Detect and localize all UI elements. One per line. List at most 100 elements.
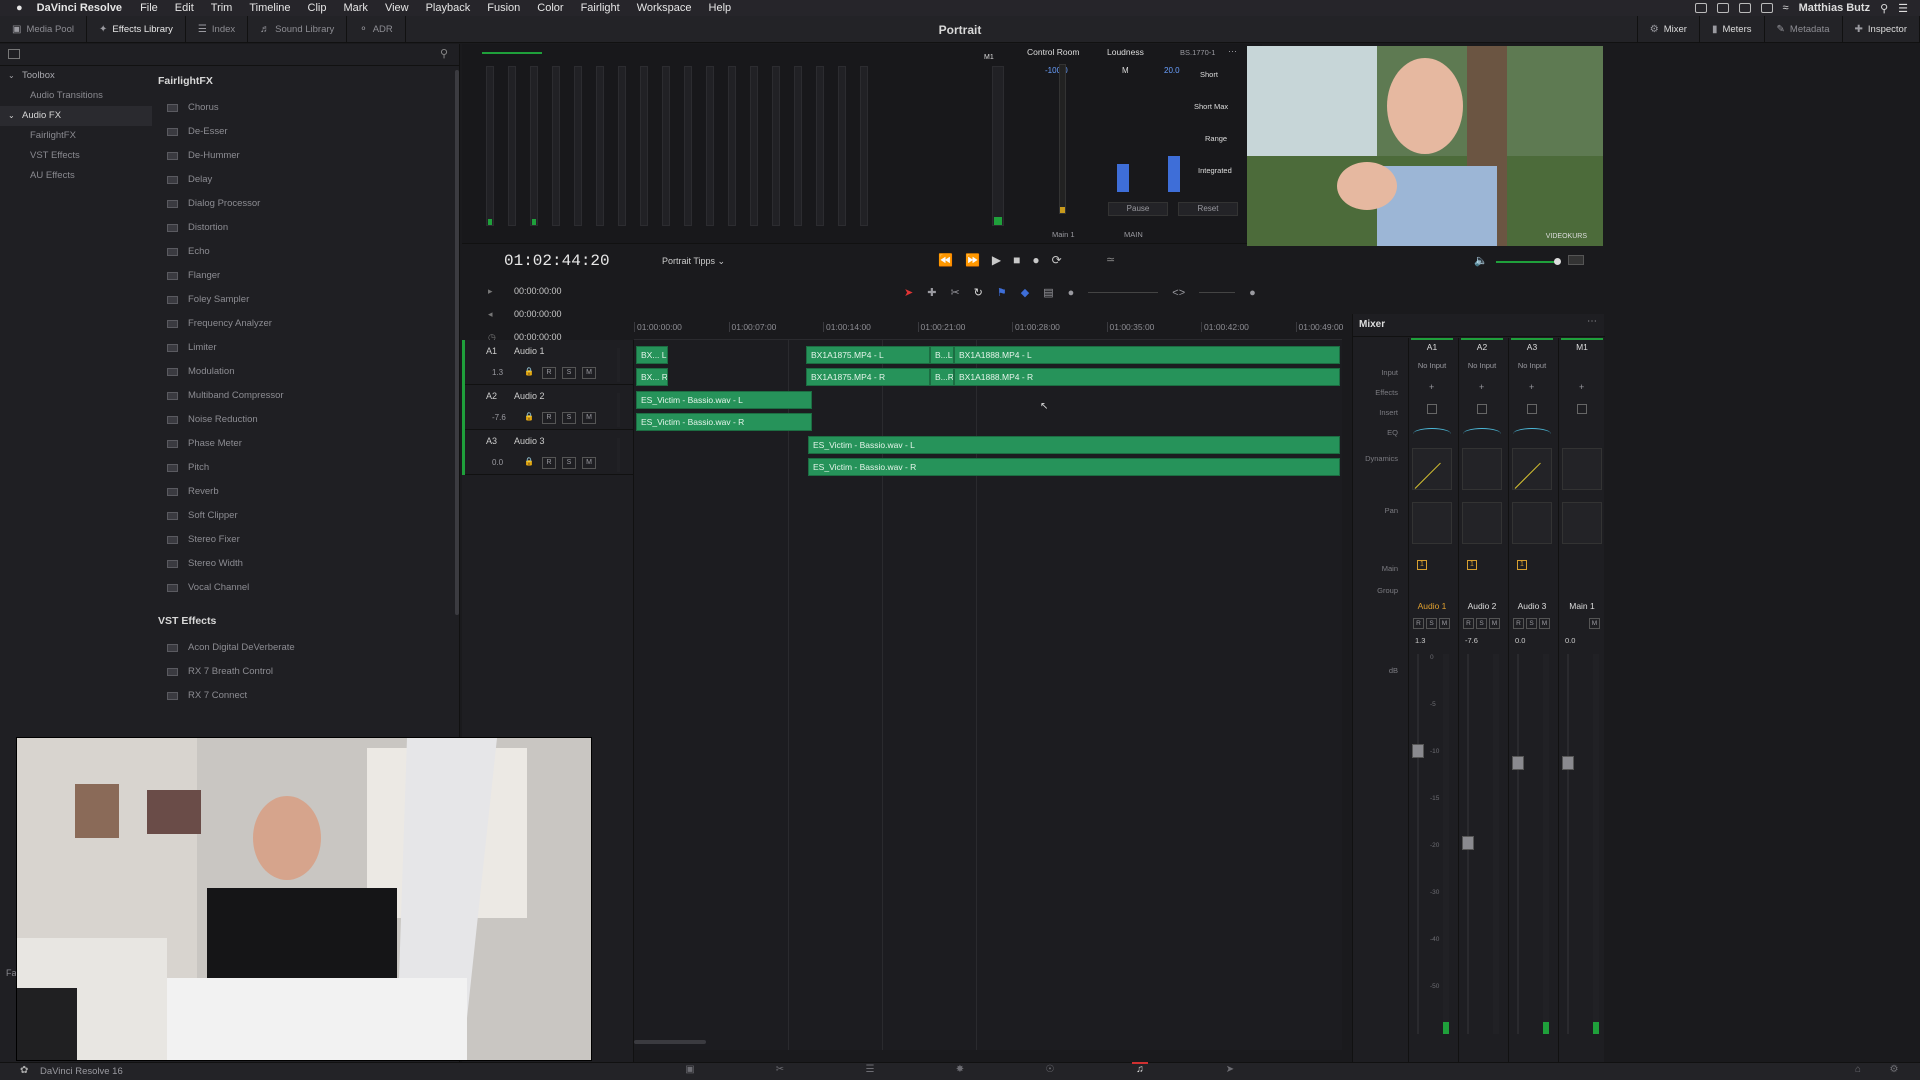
- deliver-page-icon[interactable]: ➤: [1222, 1064, 1238, 1078]
- range-select-icon[interactable]: ✚: [927, 286, 936, 299]
- dropbox-icon[interactable]: [1716, 3, 1729, 13]
- tree-toolbox[interactable]: ⌄ Toolbox: [0, 66, 152, 86]
- menu-playback[interactable]: Playback: [426, 2, 471, 14]
- app-menu[interactable]: DaVinci Resolve: [37, 2, 122, 14]
- zoom-dot-icon[interactable]: ●: [1068, 287, 1075, 299]
- track-name[interactable]: Audio 2: [514, 391, 545, 401]
- main-bus-toggle[interactable]: 1: [1417, 560, 1427, 570]
- flag-icon[interactable]: ⚑: [997, 286, 1007, 299]
- channel-r-button[interactable]: R: [1413, 618, 1424, 629]
- options-icon[interactable]: ⋯: [1228, 46, 1237, 57]
- track-m-button[interactable]: M: [582, 412, 596, 424]
- eq-curve[interactable]: [1513, 428, 1551, 440]
- sound-library-button[interactable]: ♬ Sound Library: [248, 16, 348, 42]
- fader-handle[interactable]: [1562, 756, 1574, 770]
- edit-page-icon[interactable]: ☰: [862, 1064, 878, 1078]
- search-icon[interactable]: ⚲: [440, 47, 448, 60]
- clip-audio1-r-c[interactable]: B...R: [930, 368, 954, 386]
- clip-audio1-l-a[interactable]: BX... L: [636, 346, 668, 364]
- menu-workspace[interactable]: Workspace: [637, 2, 692, 14]
- menu-trim[interactable]: Trim: [211, 2, 233, 14]
- fx-item-chorus[interactable]: Chorus: [152, 96, 452, 120]
- effects-library-button[interactable]: ✦ Effects Library: [87, 16, 186, 42]
- fx-item-noise-reduction[interactable]: Noise Reduction: [152, 408, 452, 432]
- fx-item-flanger[interactable]: Flanger: [152, 264, 452, 288]
- settings-gear-icon[interactable]: ⚙: [1886, 1064, 1902, 1078]
- fx-item-soft-clipper[interactable]: Soft Clipper: [152, 504, 452, 528]
- insert-toggle[interactable]: [1477, 404, 1487, 414]
- effects-add-icon[interactable]: +: [1479, 382, 1484, 392]
- track-m-button[interactable]: M: [582, 457, 596, 469]
- fx-item-rx-7-connect[interactable]: RX 7 Connect: [152, 684, 452, 708]
- clip-audio1-r-a[interactable]: BX... R: [636, 368, 668, 386]
- track-r-button[interactable]: R: [542, 367, 556, 379]
- loudness-standard[interactable]: BS.1770-1: [1180, 48, 1215, 57]
- pause-button[interactable]: Pause: [1108, 202, 1168, 216]
- clip-audio1-l-b[interactable]: BX1A1875.MP4 - L: [806, 346, 930, 364]
- input-select[interactable]: No Input: [1461, 361, 1503, 370]
- zoom-dot-icon[interactable]: ●: [1249, 287, 1256, 299]
- mixer-toggle[interactable]: ⚙ Mixer: [1636, 16, 1700, 43]
- zoom-slider-2[interactable]: [1199, 292, 1236, 293]
- reset-button[interactable]: Reset: [1178, 202, 1238, 216]
- track-header-a2[interactable]: A2 Audio 2 -7.6 🔒 R S M: [462, 385, 634, 430]
- track-s-button[interactable]: S: [562, 367, 576, 379]
- fx-item-reverb[interactable]: Reverb: [152, 480, 452, 504]
- fx-item-pitch[interactable]: Pitch: [152, 456, 452, 480]
- apple-icon[interactable]: ●: [16, 2, 23, 14]
- status-icon[interactable]: [1694, 3, 1707, 13]
- sidebar-toggle-icon[interactable]: [8, 49, 20, 59]
- effects-scrollbar[interactable]: [455, 70, 459, 615]
- timeline-selector[interactable]: Portrait Tipps ⌄: [662, 256, 725, 267]
- dynamics-graph[interactable]: [1462, 448, 1502, 490]
- input-select[interactable]: No Input: [1411, 361, 1453, 370]
- lock-icon[interactable]: 🔒: [524, 367, 534, 376]
- track-s-button[interactable]: S: [562, 457, 576, 469]
- effects-add-icon[interactable]: +: [1529, 382, 1534, 392]
- channel-s-button[interactable]: S: [1426, 618, 1437, 629]
- volume-slider[interactable]: [1496, 258, 1561, 265]
- clip-audio1-l-d[interactable]: BX1A1888.MP4 - L: [954, 346, 1340, 364]
- viewer-mode-icon[interactable]: [1568, 255, 1584, 265]
- menu-file[interactable]: File: [140, 2, 158, 14]
- wifi-icon[interactable]: ≈: [1783, 2, 1789, 14]
- track-header-a1[interactable]: A1 Audio 1 1.3 🔒 R S M: [462, 340, 634, 385]
- timeline-scrollbar[interactable]: [634, 1040, 706, 1044]
- channel-m-button[interactable]: M: [1439, 618, 1450, 629]
- main-bus-toggle[interactable]: 1: [1517, 560, 1527, 570]
- fx-item-echo[interactable]: Echo: [152, 240, 452, 264]
- fx-item-phase-meter[interactable]: Phase Meter: [152, 432, 452, 456]
- input-select[interactable]: No Input: [1511, 361, 1553, 370]
- tree-audio-transitions[interactable]: Audio Transitions: [0, 86, 152, 106]
- media-page-icon[interactable]: ▣: [682, 1064, 698, 1078]
- track-volume[interactable]: 0.0: [492, 458, 503, 467]
- fx-item-multiband-compressor[interactable]: Multiband Compressor: [152, 384, 452, 408]
- marker-icon[interactable]: ◆: [1021, 286, 1029, 299]
- clip-audio2-l[interactable]: ES_Victim - Bassio.wav - L: [636, 391, 812, 409]
- timeline-lanes[interactable]: BX... L BX... R BX1A1875.MP4 - L BX1A187…: [634, 340, 1342, 1050]
- track-name[interactable]: Audio 1: [514, 346, 545, 356]
- track-r-button[interactable]: R: [542, 457, 556, 469]
- clip-audio1-r-b[interactable]: BX1A1875.MP4 - R: [806, 368, 930, 386]
- index-button[interactable]: ☰ Index: [186, 16, 249, 42]
- track-name[interactable]: Audio 3: [514, 436, 545, 446]
- metadata-toggle[interactable]: ✎ Metadata: [1765, 16, 1843, 43]
- snap-icon[interactable]: ↻: [974, 286, 983, 299]
- rewind-icon[interactable]: ⏪: [938, 253, 953, 267]
- record-icon[interactable]: ●: [1032, 253, 1039, 267]
- media-pool-button[interactable]: ▣ Media Pool: [0, 16, 87, 42]
- adr-button[interactable]: ⚬ ADR: [347, 16, 406, 42]
- insert-toggle[interactable]: [1577, 404, 1587, 414]
- pan-control[interactable]: [1462, 502, 1502, 544]
- menu-color[interactable]: Color: [537, 2, 563, 14]
- tree-au-effects[interactable]: AU Effects: [0, 166, 152, 186]
- main-output-label[interactable]: Main 1: [1052, 230, 1075, 239]
- track-volume[interactable]: 1.3: [492, 368, 503, 377]
- play-icon[interactable]: ▶: [992, 253, 1001, 267]
- mixer-options-icon[interactable]: ⋯: [1587, 316, 1597, 327]
- channel-r-button[interactable]: R: [1513, 618, 1524, 629]
- clip-audio1-l-c[interactable]: B...L: [930, 346, 954, 364]
- menu-view[interactable]: View: [385, 2, 409, 14]
- zoom-code-icon[interactable]: <>: [1172, 287, 1185, 299]
- track-height-icon[interactable]: ▤: [1043, 286, 1053, 299]
